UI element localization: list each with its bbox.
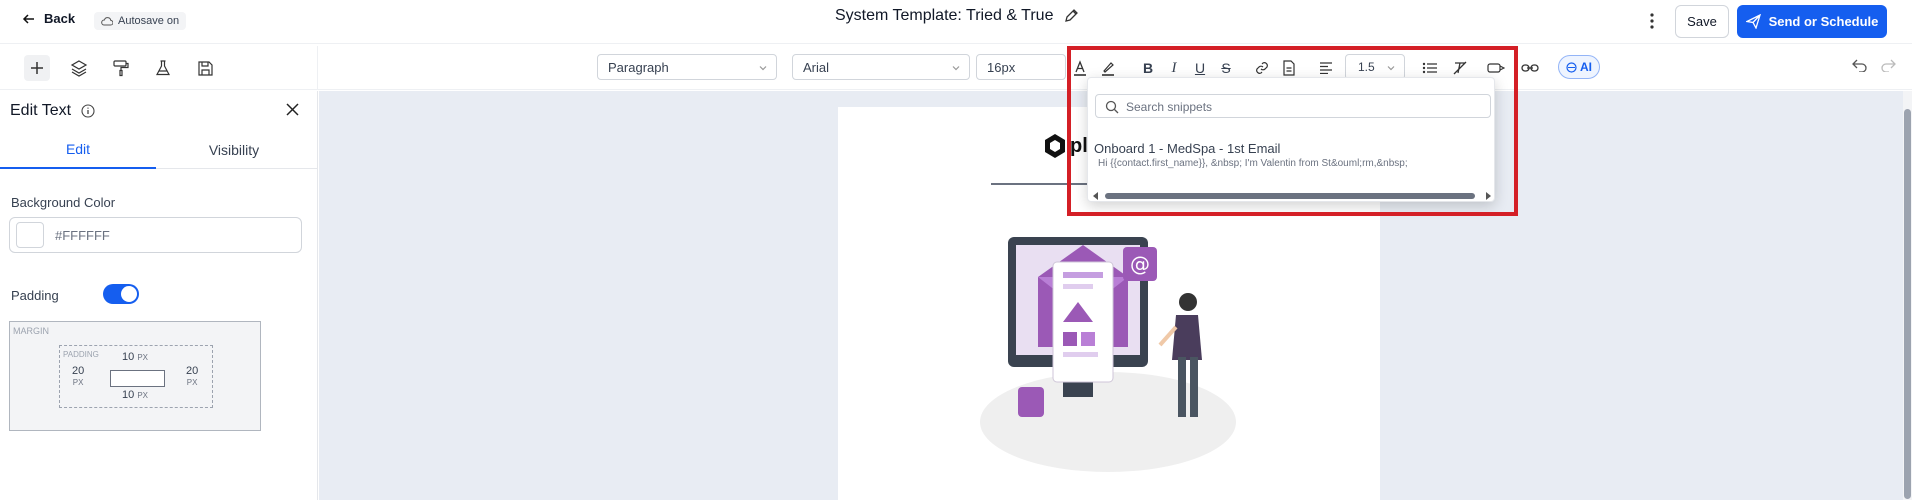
flask-icon[interactable]: [150, 55, 176, 81]
margin-box: MARGIN PADDING 10 PX 20 PX 20 PX 10 PX: [9, 321, 261, 431]
snippet-title: Onboard 1 - MedSpa - 1st Email: [1094, 141, 1281, 156]
bold-icon[interactable]: B: [1138, 58, 1158, 78]
link-icon[interactable]: [1252, 58, 1272, 78]
block-format-value: Paragraph: [608, 59, 669, 75]
layers-icon[interactable]: [66, 55, 92, 81]
snippet-doc-icon[interactable]: [1279, 58, 1299, 78]
sidebar-tool-icons: [0, 46, 318, 90]
ai-sparkle-icon: [1566, 61, 1577, 73]
search-icon: [1105, 100, 1119, 114]
font-size-value: 16px: [987, 59, 1016, 75]
background-color-value: #FFFFFF: [55, 228, 110, 243]
font-family-select[interactable]: Arial: [792, 54, 970, 80]
bullet-list-icon[interactable]: [1420, 58, 1440, 78]
align-left-icon[interactable]: [1316, 58, 1336, 78]
font-family-value: Arial: [803, 59, 830, 75]
highlight-color-icon[interactable]: [1098, 58, 1118, 78]
arrow-left-icon: [22, 13, 34, 24]
edit-text-panel: Edit Text Edit Visibility Background Col…: [0, 91, 318, 500]
send-or-schedule-button[interactable]: Send or Schedule: [1737, 5, 1887, 38]
padding-toggle[interactable]: [103, 284, 139, 304]
snippet-horizontal-scrollbar[interactable]: [1092, 192, 1492, 200]
save-button[interactable]: Save: [1675, 5, 1729, 38]
padding-box: PADDING 10 PX 20 PX 20 PX 10 PX: [59, 345, 213, 408]
padding-bottom-value[interactable]: 10 PX: [122, 390, 148, 401]
padding-label: Padding: [11, 288, 59, 303]
ai-label: AI: [1580, 60, 1592, 74]
pencil-icon[interactable]: [1063, 8, 1079, 24]
cloud-icon: [101, 17, 113, 26]
padding-box-label: PADDING: [63, 350, 99, 359]
paint-roller-icon[interactable]: [108, 55, 134, 81]
chevron-down-icon: [1387, 66, 1395, 71]
ai-assist-button[interactable]: AI: [1558, 55, 1600, 79]
brand-logo-icon: [1045, 134, 1065, 158]
save-disk-icon[interactable]: [192, 55, 218, 81]
text-color-icon[interactable]: [1070, 58, 1090, 78]
background-color-input[interactable]: #FFFFFF: [9, 217, 302, 253]
add-icon[interactable]: [24, 55, 50, 81]
clear-formatting-icon[interactable]: [1450, 58, 1470, 78]
close-icon[interactable]: [286, 103, 299, 116]
scrollbar-thumb[interactable]: [1904, 109, 1911, 499]
snippet-search-input[interactable]: Search snippets: [1095, 94, 1491, 118]
chevron-down-icon: [952, 66, 960, 71]
back-label: Back: [44, 11, 76, 26]
template-title: System Template: Tried & True: [835, 7, 1054, 24]
unlink-icon[interactable]: [1520, 58, 1540, 78]
brand-logo-text: pl: [1070, 135, 1088, 157]
editor-toolbar: Paragraph Arial 16px B I U S 1.5 AI: [0, 46, 1912, 90]
send-icon: [1745, 14, 1761, 29]
scrollbar-thumb[interactable]: [1105, 193, 1475, 199]
line-height-value: 1.5: [1358, 60, 1375, 74]
snippets-dropdown: Search snippets Onboard 1 - MedSpa - 1st…: [1087, 77, 1495, 202]
canvas-vertical-scrollbar[interactable]: [1903, 91, 1912, 500]
font-size-select[interactable]: 16px: [976, 54, 1066, 80]
scroll-left-arrow-icon[interactable]: [1092, 192, 1100, 200]
tab-edit[interactable]: Edit: [0, 131, 156, 169]
toggle-knob: [121, 286, 137, 302]
info-icon[interactable]: [81, 104, 95, 118]
color-swatch[interactable]: [16, 222, 44, 248]
padding-left-value[interactable]: 20 PX: [72, 366, 84, 388]
send-label: Send or Schedule: [1768, 14, 1879, 29]
strikethrough-icon[interactable]: S: [1216, 58, 1236, 78]
undo-icon[interactable]: [1852, 58, 1868, 72]
margin-label: MARGIN: [13, 326, 49, 336]
panel-tabs: Edit Visibility: [0, 131, 318, 169]
email-illustration: @: [980, 237, 1236, 472]
chevron-down-icon: [759, 66, 767, 71]
autosave-badge: Autosave on: [94, 12, 187, 30]
block-format-select[interactable]: Paragraph: [597, 54, 777, 80]
document-title: System Template: Tried & True: [835, 7, 1079, 25]
padding-top-value[interactable]: 10 PX: [122, 352, 148, 363]
italic-icon[interactable]: I: [1164, 58, 1184, 78]
snippet-preview: Hi {{contact.first_name}}, &nbsp; I'm Va…: [1098, 158, 1408, 169]
panel-title: Edit Text: [10, 102, 72, 119]
top-bar: Back Autosave on System Template: Tried …: [0, 0, 1912, 44]
button-block-icon[interactable]: [1486, 58, 1506, 78]
search-placeholder: Search snippets: [1126, 100, 1213, 114]
more-options-icon[interactable]: [1645, 10, 1659, 32]
tab-visibility[interactable]: Visibility: [156, 131, 312, 169]
redo-icon[interactable]: [1880, 58, 1896, 72]
svg-text:@: @: [1130, 252, 1150, 276]
underline-icon[interactable]: U: [1190, 58, 1210, 78]
scroll-right-arrow-icon[interactable]: [1484, 192, 1492, 200]
back-button[interactable]: Back: [22, 11, 75, 26]
padding-right-value[interactable]: 20 PX: [186, 366, 198, 388]
content-rect: [110, 370, 165, 387]
panel-header: Edit Text: [10, 102, 95, 120]
autosave-label: Autosave on: [118, 15, 180, 27]
background-color-label: Background Color: [11, 195, 116, 210]
